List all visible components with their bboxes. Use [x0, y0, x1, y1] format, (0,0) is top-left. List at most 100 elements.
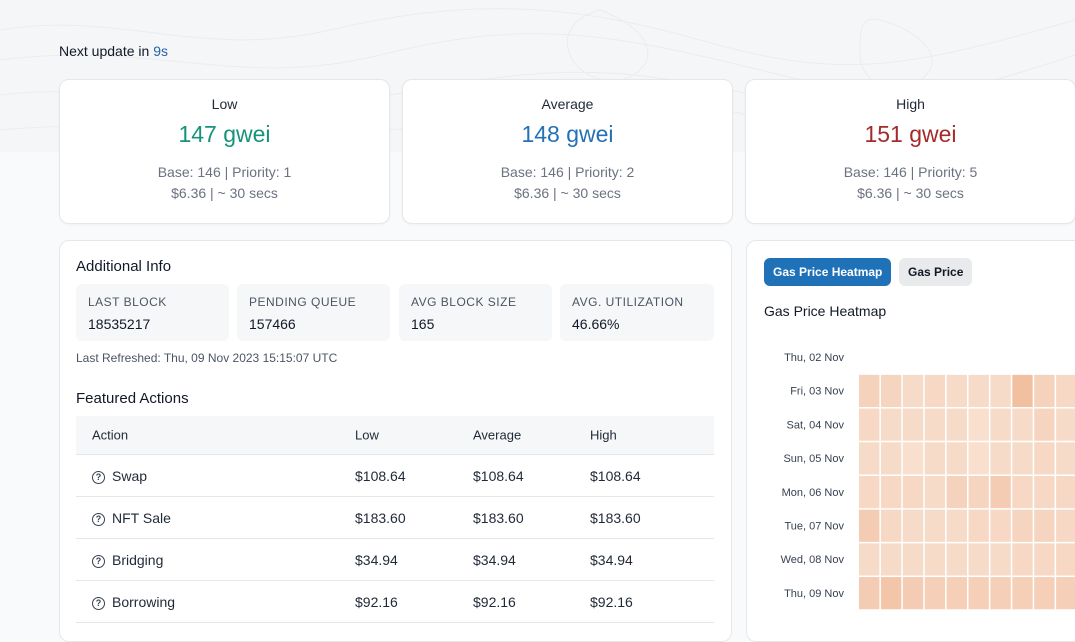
heatmap-cell[interactable] [880, 374, 902, 408]
heatmap-cell[interactable] [859, 577, 880, 610]
heatmap-cell[interactable] [1012, 442, 1033, 475]
heatmap-cell[interactable] [1034, 543, 1055, 576]
heatmap-cell[interactable] [990, 475, 1011, 509]
next-update-indicator: Next update in 9s [59, 43, 168, 59]
heatmap-cell[interactable] [902, 475, 924, 509]
heatmap-cell[interactable] [946, 408, 967, 441]
heatmap-cell[interactable] [990, 543, 1011, 576]
heatmap-cell[interactable] [968, 543, 989, 576]
heatmap-cell[interactable] [1012, 475, 1033, 509]
heatmap-cell[interactable] [902, 408, 924, 441]
heatmap-cell[interactable] [1034, 442, 1055, 475]
heatmap-cell[interactable] [946, 543, 967, 576]
heatmap-cell[interactable] [1034, 475, 1055, 509]
cell-low: $108.64 [355, 467, 406, 484]
heatmap-cell[interactable] [968, 374, 989, 408]
help-circle-icon[interactable]: ? [92, 596, 105, 610]
help-circle-icon[interactable]: ? [92, 512, 105, 526]
stat-avg-utilization: AVG. UTILIZATION 46.66% [560, 284, 714, 341]
stat-pending-queue: PENDING QUEUE 157466 [237, 284, 390, 341]
heatmap-cell[interactable] [859, 543, 880, 576]
heatmap-cell[interactable] [902, 577, 924, 610]
heatmap-cell[interactable] [1034, 509, 1055, 542]
action-name: NFT Sale [112, 509, 171, 526]
heatmap-cell[interactable] [1012, 374, 1033, 408]
heatmap-cell[interactable] [946, 577, 967, 610]
heatmap-cell[interactable] [859, 374, 880, 408]
price-card-cost: $6.36 | ~ 30 secs [857, 185, 964, 201]
heatmap-cell[interactable] [1012, 543, 1033, 576]
price-card-detail: Base: 146 | Priority: 5 [843, 164, 978, 180]
price-card-value: 151 gwei [864, 121, 957, 147]
heatmap-cell[interactable] [1012, 577, 1033, 610]
help-circle-icon[interactable]: ? [92, 554, 105, 568]
action-name: Borrowing [112, 593, 176, 610]
heatmap-cell[interactable] [880, 543, 902, 576]
heatmap-cell[interactable] [1034, 374, 1055, 408]
heatmap-cell[interactable] [990, 577, 1011, 610]
heatmap-cell[interactable] [968, 577, 989, 610]
heatmap-cell[interactable] [902, 374, 924, 408]
heatmap-day-label: Sat, 04 Nov [787, 419, 845, 431]
heatmap-cell[interactable] [880, 408, 902, 441]
heatmap-cell[interactable] [968, 442, 989, 475]
heatmap-cell[interactable] [1056, 543, 1075, 576]
heatmap-cell[interactable] [859, 408, 880, 441]
cell-high: $34.94 [590, 551, 633, 568]
cell-average: $92.16 [473, 593, 516, 610]
heatmap-cell[interactable] [1012, 408, 1033, 441]
heatmap-cell[interactable] [924, 408, 946, 441]
heatmap-cell[interactable] [1056, 577, 1075, 610]
heatmap-cell[interactable] [924, 374, 946, 408]
heatmap-cell[interactable] [946, 374, 967, 408]
heatmap-cell[interactable] [1056, 509, 1075, 542]
heatmap-cell[interactable] [990, 408, 1011, 441]
heatmap-cell[interactable] [880, 509, 902, 542]
heatmap-cell[interactable] [924, 442, 946, 475]
heatmap-cell[interactable] [946, 475, 967, 509]
heatmap-cell[interactable] [902, 543, 924, 576]
heatmap-cell[interactable] [880, 475, 902, 509]
heatmap-cell[interactable] [946, 509, 967, 542]
heatmap-cell[interactable] [924, 577, 946, 610]
heatmap-cell[interactable] [880, 577, 902, 610]
heatmap-cell[interactable] [1056, 408, 1075, 441]
heatmap-cell[interactable] [924, 509, 946, 542]
price-card-label: High [896, 96, 925, 112]
heatmap-day-label: Mon, 06 Nov [782, 487, 845, 499]
heatmap-cell[interactable] [968, 475, 989, 509]
heatmap-cell[interactable] [859, 509, 880, 542]
stat-value: 165 [411, 316, 435, 332]
table-header: Action Low Average High [76, 416, 714, 455]
heatmap-cell[interactable] [859, 475, 880, 509]
heatmap-cell[interactable] [880, 442, 902, 475]
next-update-countdown: 9s [153, 43, 168, 59]
heatmap-day-label: Thu, 02 Nov [784, 352, 844, 364]
heatmap-cell[interactable] [1056, 374, 1075, 408]
heatmap-cell[interactable] [902, 509, 924, 542]
heatmap-cell[interactable] [990, 509, 1011, 542]
table-row: ? Swap $108.64 $108.64 $108.64 [76, 455, 714, 497]
heatmap-cell[interactable] [1056, 442, 1075, 475]
cell-high: $183.60 [590, 509, 641, 526]
price-card-cost: $6.36 | ~ 30 secs [171, 185, 278, 201]
heatmap-day-label: Wed, 08 Nov [781, 554, 845, 566]
stat-value: 46.66% [572, 316, 620, 332]
heatmap-cell[interactable] [968, 408, 989, 441]
heatmap-cell[interactable] [902, 442, 924, 475]
heatmap-cell[interactable] [990, 374, 1011, 408]
heatmap-cell[interactable] [924, 475, 946, 509]
heatmap-cell[interactable] [946, 442, 967, 475]
price-card-label: Average [541, 96, 594, 112]
heatmap-cell[interactable] [1012, 509, 1033, 542]
heatmap-cell[interactable] [1056, 475, 1075, 509]
heatmap-cell[interactable] [859, 442, 880, 475]
heatmap-cell[interactable] [990, 442, 1011, 475]
price-card-cost: $6.36 | ~ 30 secs [514, 185, 621, 201]
heatmap-cell[interactable] [1034, 577, 1055, 610]
heatmap-cell[interactable] [1034, 408, 1055, 441]
heatmap-cell[interactable] [924, 543, 946, 576]
action-name: Bridging [112, 551, 164, 568]
heatmap-cell[interactable] [968, 509, 989, 542]
help-circle-icon[interactable]: ? [92, 470, 105, 484]
